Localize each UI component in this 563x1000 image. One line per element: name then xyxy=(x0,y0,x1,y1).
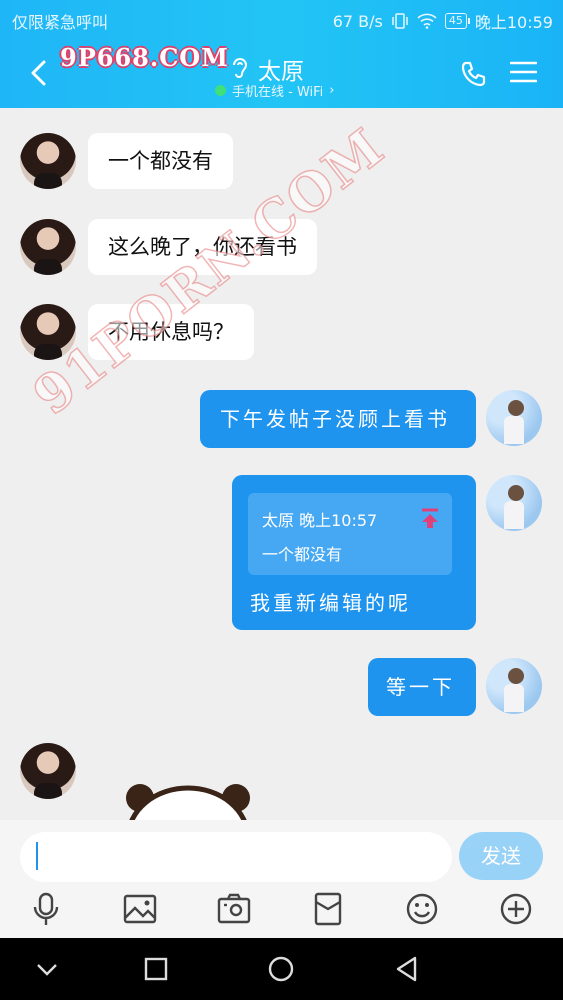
camera-icon[interactable] xyxy=(216,892,252,926)
nav-down-icon[interactable] xyxy=(32,954,62,984)
network-speed: 67 B/s xyxy=(332,11,383,31)
home-icon[interactable] xyxy=(266,954,296,984)
image-icon[interactable] xyxy=(122,892,158,926)
message-bubble-incoming[interactable]: 这么晚了，你还看书 xyxy=(88,219,317,275)
my-avatar[interactable] xyxy=(486,658,542,714)
quoted-message[interactable]: 太原 晚上10:57 一个都没有 xyxy=(248,493,452,575)
menu-icon[interactable] xyxy=(510,60,537,84)
clock: 晚上10:59 xyxy=(474,13,553,32)
contact-avatar[interactable] xyxy=(20,304,76,360)
watermark-logo: 9P668.COM xyxy=(60,43,229,72)
jump-to-top-icon[interactable] xyxy=(420,507,440,529)
input-bar: 发送 xyxy=(0,820,563,938)
plus-icon[interactable] xyxy=(498,892,534,926)
system-nav-bar xyxy=(0,938,563,1000)
ear-icon[interactable] xyxy=(229,56,249,82)
battery-icon: 45 xyxy=(444,13,470,29)
message-bubble-outgoing[interactable]: 等一下 xyxy=(368,658,476,716)
panda-sticker[interactable] xyxy=(122,778,254,820)
contact-avatar[interactable] xyxy=(20,743,76,799)
message-bubble-incoming[interactable]: 一个都没有 xyxy=(88,133,233,189)
chevron-right-icon: › xyxy=(329,83,335,98)
back-icon[interactable] xyxy=(26,58,52,88)
chat-area[interactable]: 一个都没有 这么晚了，你还看书 不用休息吗？ 下午发帖子没顾上看书 太原 晚上1… xyxy=(0,108,563,820)
my-avatar[interactable] xyxy=(486,390,542,446)
online-status-text: 手机在线 - WiFi xyxy=(232,85,324,100)
recent-apps-icon[interactable] xyxy=(141,954,171,984)
text-caret xyxy=(36,842,38,870)
my-avatar[interactable] xyxy=(486,475,542,531)
contact-avatar[interactable] xyxy=(20,133,76,189)
red-packet-icon[interactable] xyxy=(310,892,346,926)
phone-icon[interactable] xyxy=(460,60,488,88)
online-dot xyxy=(215,85,226,96)
status-bar: 仅限紧急呼叫 67 B/s 45 晚上10:59 xyxy=(0,0,563,38)
message-bubble-outgoing-reply[interactable]: 太原 晚上10:57 一个都没有 我重新编辑的呢 xyxy=(232,475,476,630)
wifi-icon xyxy=(417,13,437,29)
reply-text: 我重新编辑的呢 xyxy=(250,591,411,615)
message-input[interactable] xyxy=(20,832,452,882)
message-bubble-outgoing[interactable]: 下午发帖子没顾上看书 xyxy=(200,390,476,448)
carrier-text: 仅限紧急呼叫 xyxy=(12,13,109,32)
mic-icon[interactable] xyxy=(28,892,64,926)
back-triangle-icon[interactable] xyxy=(392,954,422,984)
contact-avatar[interactable] xyxy=(20,219,76,275)
emoji-icon[interactable] xyxy=(404,892,440,926)
message-bubble-incoming[interactable]: 不用休息吗？ xyxy=(88,304,254,360)
status-indicators: 67 B/s 45 晚上10:59 xyxy=(333,9,553,33)
send-button[interactable]: 发送 xyxy=(459,832,543,880)
quoted-message-text: 一个都没有 xyxy=(262,545,343,564)
chat-header: 仅限紧急呼叫 67 B/s 45 晚上10:59 9P668.COM 太原 手机… xyxy=(0,0,563,108)
online-status[interactable]: 手机在线 - WiFi › xyxy=(215,81,334,100)
quoted-message-header: 太原 晚上10:57 xyxy=(262,511,378,530)
vibrate-icon xyxy=(392,13,408,29)
